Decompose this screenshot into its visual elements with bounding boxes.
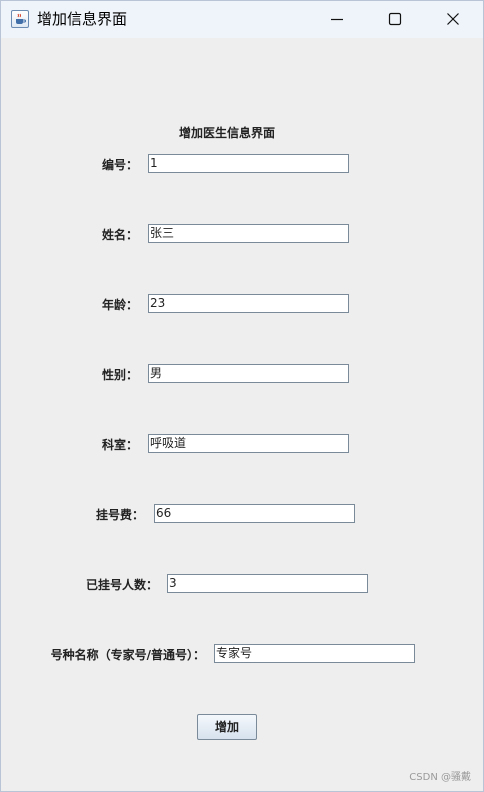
gender-label: 性别： bbox=[101, 368, 138, 382]
app-window: 增加信息界面 增加医生信息界面 编号： 1 姓名： 张三 年龄： 23 性别： … bbox=[0, 0, 484, 792]
close-button[interactable] bbox=[425, 1, 481, 38]
close-icon bbox=[447, 13, 459, 25]
id-label: 编号： bbox=[101, 158, 138, 172]
title-bar[interactable]: 增加信息界面 bbox=[1, 1, 483, 38]
age-label: 年龄： bbox=[101, 298, 138, 312]
id-input[interactable]: 1 bbox=[148, 154, 349, 173]
maximize-button[interactable] bbox=[367, 1, 423, 38]
window-title: 增加信息界面 bbox=[37, 10, 128, 28]
maximize-icon bbox=[388, 12, 402, 26]
fee-label: 挂号费： bbox=[95, 508, 144, 522]
add-button[interactable]: 增加 bbox=[197, 714, 257, 740]
fee-input[interactable]: 66 bbox=[154, 504, 355, 523]
registered-count-label: 已挂号人数： bbox=[85, 578, 158, 592]
department-label: 科室： bbox=[101, 438, 138, 452]
department-input[interactable]: 呼吸道 bbox=[148, 434, 349, 453]
name-input[interactable]: 张三 bbox=[148, 224, 349, 243]
watermark: CSDN @骚戴 bbox=[409, 772, 471, 783]
java-cup-icon bbox=[11, 10, 29, 28]
ticket-type-label: 号种名称（专家号/普通号）： bbox=[50, 648, 205, 662]
form-panel: 增加医生信息界面 编号： 1 姓名： 张三 年龄： 23 性别： 男 科室： 呼… bbox=[1, 38, 483, 791]
minimize-icon bbox=[331, 18, 343, 21]
registered-count-input[interactable]: 3 bbox=[167, 574, 368, 593]
name-label: 姓名： bbox=[101, 228, 138, 242]
form-heading: 增加医生信息界面 bbox=[178, 126, 275, 140]
gender-input[interactable]: 男 bbox=[148, 364, 349, 383]
minimize-button[interactable] bbox=[309, 1, 365, 38]
age-input[interactable]: 23 bbox=[148, 294, 349, 313]
ticket-type-input[interactable]: 专家号 bbox=[214, 644, 415, 663]
